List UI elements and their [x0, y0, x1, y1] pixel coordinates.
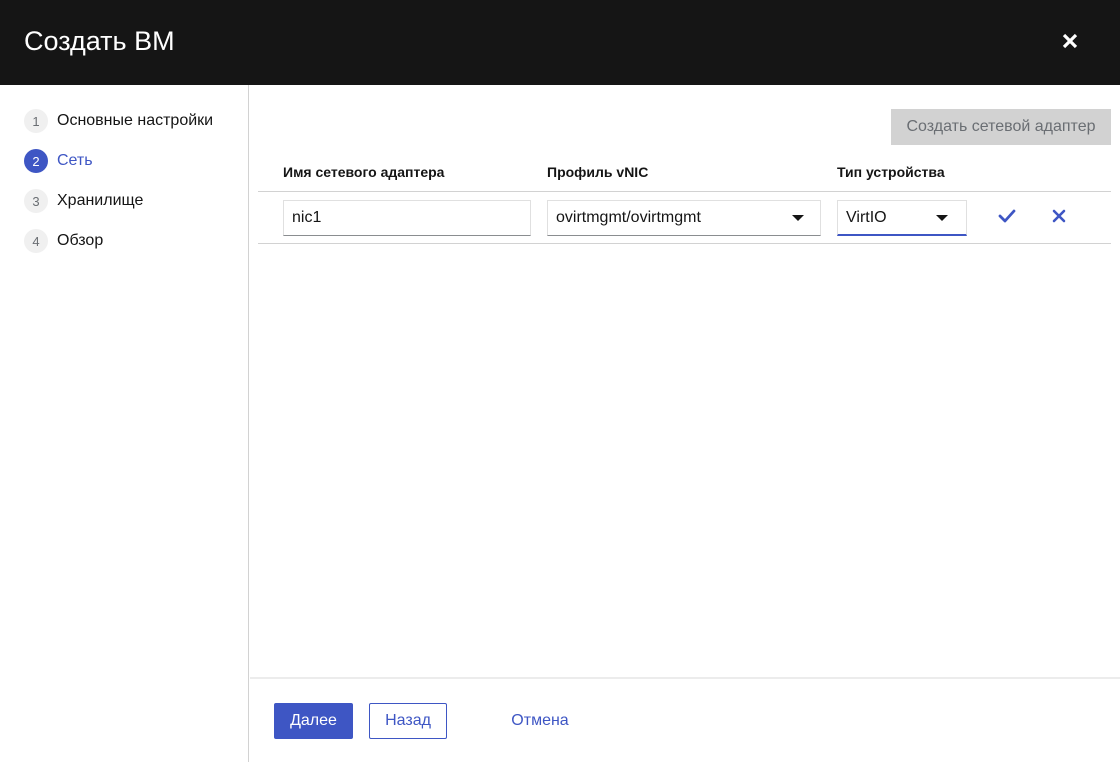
vnic-profile-value: ovirtmgmt/ovirtmgmt [556, 209, 701, 226]
page-title: Создать ВМ [24, 26, 175, 56]
vnic-profile-select[interactable]: ovirtmgmt/ovirtmgmt [547, 200, 821, 236]
step-label: Обзор [57, 232, 104, 249]
wizard-step-network[interactable]: 2 Сеть [24, 149, 93, 173]
step-label: Хранилище [57, 192, 144, 209]
device-type-value: VirtIO [846, 208, 887, 226]
column-header-vnic-profile: Профиль vNIC [547, 164, 649, 180]
back-button[interactable]: Назад [369, 703, 447, 739]
step-number: 3 [24, 189, 48, 213]
wizard-step-basic-settings[interactable]: 1 Основные настройки [24, 109, 213, 133]
wizard-content: Создать сетевой адаптер Имя сетевого ада… [250, 85, 1120, 762]
device-type-select[interactable]: VirtIO [837, 200, 967, 236]
column-header-nic-name: Имя сетевого адаптера [283, 164, 445, 180]
step-label: Сеть [57, 152, 93, 169]
table-header-divider [258, 191, 1111, 192]
caret-down-icon [792, 215, 804, 221]
nic-name-value: nic1 [292, 209, 322, 226]
next-button[interactable]: Далее [274, 703, 353, 739]
table-row-divider [258, 243, 1111, 244]
create-nic-button[interactable]: Создать сетевой адаптер [891, 109, 1111, 145]
check-icon[interactable] [997, 206, 1017, 226]
caret-down-icon [936, 215, 948, 221]
column-header-device-type: Тип устройства [837, 164, 945, 180]
step-number: 1 [24, 109, 48, 133]
nic-name-input[interactable]: nic1 [283, 200, 531, 236]
step-number: 4 [24, 229, 48, 253]
wizard-step-storage[interactable]: 3 Хранилище [24, 189, 143, 213]
cancel-link[interactable]: Отмена [500, 703, 580, 739]
step-number: 2 [24, 149, 48, 173]
modal-header: Создать ВМ [0, 0, 1120, 85]
wizard-nav: 1 Основные настройки 2 Сеть 3 Хранилище … [0, 85, 249, 762]
wizard-step-review[interactable]: 4 Обзор [24, 229, 103, 253]
step-label: Основные настройки [57, 112, 214, 129]
cancel-x-icon[interactable] [1049, 206, 1069, 226]
footer-divider [250, 677, 1120, 679]
close-icon[interactable] [1056, 27, 1084, 55]
